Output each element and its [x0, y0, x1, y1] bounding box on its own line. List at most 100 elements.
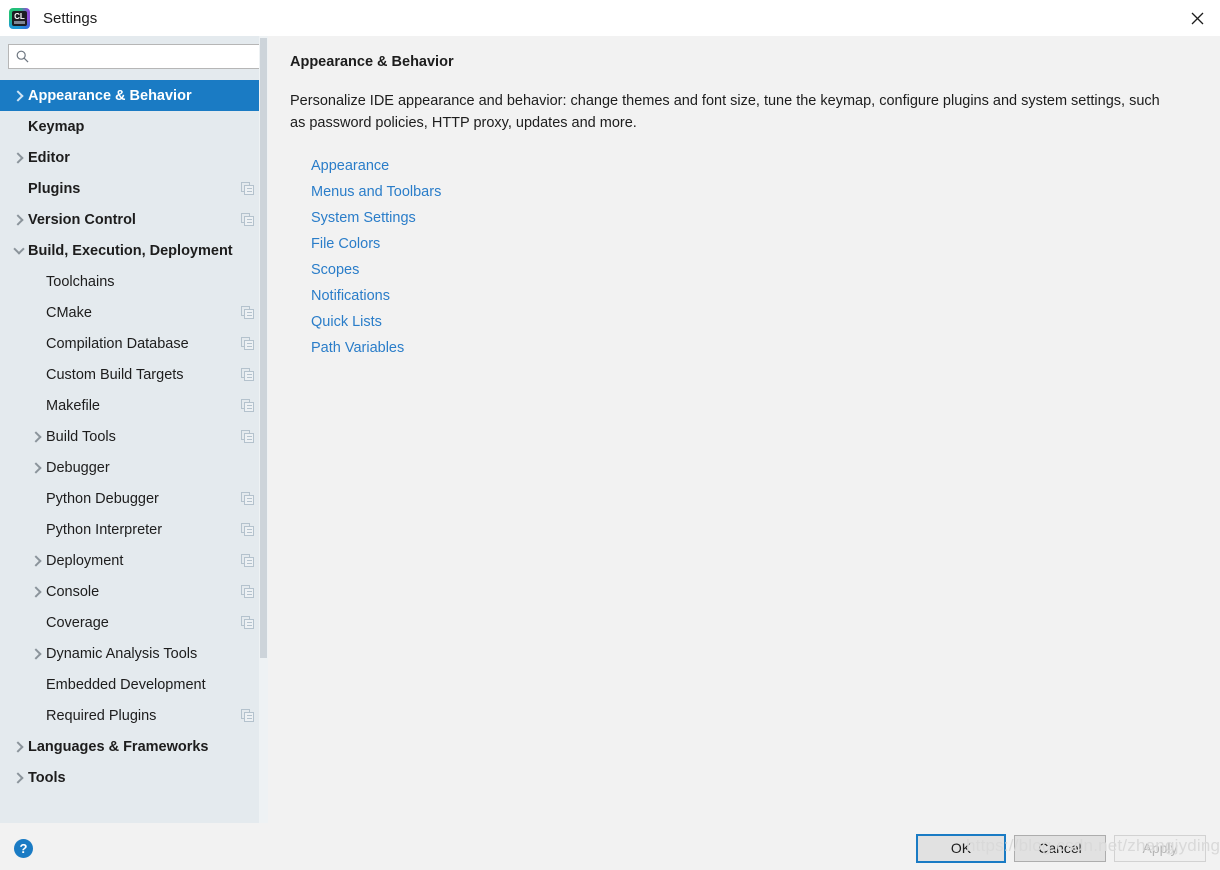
sidebar-item-label: Appearance & Behavior: [28, 87, 192, 104]
sidebar-item-version-control[interactable]: Version Control: [0, 204, 268, 235]
sidebar-item-embedded-development[interactable]: Embedded Development: [0, 669, 268, 700]
copy-settings-icon: [241, 337, 254, 350]
settings-link-menus-and-toolbars[interactable]: Menus and Toolbars: [311, 179, 441, 205]
sidebar-item-label: Deployment: [46, 552, 124, 569]
chevron-slot: [28, 647, 46, 660]
sidebar-item-label: Toolchains: [46, 273, 115, 290]
sidebar-item-python-debugger[interactable]: Python Debugger: [0, 483, 268, 514]
sidebar-item-custom-build-targets[interactable]: Custom Build Targets: [0, 359, 268, 390]
settings-link-file-colors[interactable]: File Colors: [311, 231, 380, 257]
sidebar-item-plugins[interactable]: Plugins: [0, 173, 268, 204]
chevron-right-icon[interactable]: [30, 585, 42, 598]
chevron-right-icon[interactable]: [30, 461, 42, 474]
sidebar-item-makefile[interactable]: Makefile: [0, 390, 268, 421]
sidebar-item-label: Build Tools: [46, 428, 116, 445]
chevron-slot: [28, 554, 46, 567]
chevron-right-icon[interactable]: [12, 740, 24, 753]
sidebar-item-label: Editor: [28, 149, 70, 166]
settings-link-path-variables[interactable]: Path Variables: [311, 335, 404, 361]
sidebar-item-label: Python Debugger: [46, 490, 159, 507]
chevron-slot: [28, 461, 46, 474]
sidebar-item-build-tools[interactable]: Build Tools: [0, 421, 268, 452]
close-icon: [1191, 12, 1203, 24]
close-button[interactable]: [1174, 0, 1220, 36]
sidebar-item-label: Debugger: [46, 459, 110, 476]
sidebar-item-deployment[interactable]: Deployment: [0, 545, 268, 576]
search-container: [0, 36, 268, 76]
copy-settings-icon: [241, 399, 254, 412]
sidebar-item-label: CMake: [46, 304, 92, 321]
chevron-slot: [10, 243, 28, 255]
sidebar-scrollbar-thumb[interactable]: [260, 38, 267, 658]
copy-settings-icon: [241, 523, 254, 536]
chevron-right-icon[interactable]: [12, 89, 24, 102]
sidebar-item-cmake[interactable]: CMake: [0, 297, 268, 328]
chevron-right-icon[interactable]: [12, 151, 24, 164]
copy-settings-icon: [241, 492, 254, 505]
sidebar-item-compilation-database[interactable]: Compilation Database: [0, 328, 268, 359]
sidebar-item-label: Plugins: [28, 180, 81, 197]
sidebar-item-python-interpreter[interactable]: Python Interpreter: [0, 514, 268, 545]
chevron-slot: [28, 430, 46, 443]
search-icon: [16, 50, 29, 63]
sidebar-item-dynamic-analysis-tools[interactable]: Dynamic Analysis Tools: [0, 638, 268, 669]
copy-settings-icon: [241, 585, 254, 598]
sidebar-item-label: Python Interpreter: [46, 521, 163, 538]
settings-content-panel: Appearance & Behavior Personalize IDE ap…: [268, 36, 1220, 823]
sidebar-item-appearance-behavior[interactable]: Appearance & Behavior: [0, 80, 268, 111]
chevron-right-icon[interactable]: [30, 647, 42, 660]
ok-button[interactable]: OK: [916, 834, 1006, 863]
chevron-slot: [10, 213, 28, 226]
copy-settings-icon: [241, 306, 254, 319]
chevron-slot: [10, 771, 28, 784]
apply-button: Apply: [1114, 835, 1206, 862]
chevron-right-icon[interactable]: [12, 213, 24, 226]
settings-link-quick-lists[interactable]: Quick Lists: [311, 309, 382, 335]
copy-settings-icon: [241, 616, 254, 629]
settings-link-scopes[interactable]: Scopes: [311, 257, 359, 283]
sidebar-item-tools[interactable]: Tools: [0, 762, 268, 793]
search-input[interactable]: [29, 46, 259, 67]
settings-link-list: Appearance Menus and Toolbars System Setti…: [311, 153, 1196, 361]
sidebar-scrollbar[interactable]: [259, 36, 268, 823]
sidebar-item-label: Version Control: [28, 211, 136, 228]
window-title: Settings: [43, 9, 98, 27]
sidebar-item-toolchains[interactable]: Toolchains: [0, 266, 268, 297]
page-description: Personalize IDE appearance and behavior:…: [290, 93, 1160, 131]
chevron-down-icon[interactable]: [13, 243, 25, 255]
settings-link-notifications[interactable]: Notifications: [311, 283, 390, 309]
chevron-right-icon[interactable]: [12, 771, 24, 784]
sidebar-item-label: Languages & Frameworks: [28, 738, 209, 755]
copy-settings-icon: [241, 213, 254, 226]
chevron-right-icon[interactable]: [30, 554, 42, 567]
help-button[interactable]: ?: [14, 839, 33, 858]
clion-logo-icon: CL: [9, 7, 30, 29]
settings-link-appearance[interactable]: Appearance: [311, 153, 389, 179]
sidebar-item-label: Keymap: [28, 118, 85, 135]
cancel-button[interactable]: Cancel: [1014, 835, 1106, 862]
sidebar-item-console[interactable]: Console: [0, 576, 268, 607]
chevron-slot: [10, 89, 28, 102]
chevron-slot: [10, 151, 28, 164]
settings-link-system-settings[interactable]: System Settings: [311, 205, 416, 231]
sidebar-item-label: Makefile: [46, 397, 100, 414]
sidebar-item-editor[interactable]: Editor: [0, 142, 268, 173]
sidebar-item-label: Required Plugins: [46, 707, 157, 724]
chevron-slot: [10, 740, 28, 753]
sidebar-item-label: Compilation Database: [46, 335, 189, 352]
sidebar-item-build-execution-deployment[interactable]: Build, Execution, Deployment: [0, 235, 268, 266]
sidebar-item-label: Dynamic Analysis Tools: [46, 645, 198, 662]
search-box[interactable]: [8, 44, 260, 69]
sidebar-item-label: Build, Execution, Deployment: [28, 242, 233, 259]
settings-tree: Appearance & Behavior Keymap Editor Plugins…: [0, 80, 268, 793]
sidebar-item-required-plugins[interactable]: Required Plugins: [0, 700, 268, 731]
sidebar-item-label: Coverage: [46, 614, 109, 631]
sidebar-item-keymap[interactable]: Keymap: [0, 111, 268, 142]
chevron-right-icon[interactable]: [30, 430, 42, 443]
settings-sidebar: Appearance & Behavior Keymap Editor Plugins…: [0, 36, 268, 823]
title-bar: CL Settings: [0, 0, 1220, 36]
sidebar-item-debugger[interactable]: Debugger: [0, 452, 268, 483]
sidebar-item-label: Console: [46, 583, 100, 600]
sidebar-item-languages-frameworks[interactable]: Languages & Frameworks: [0, 731, 268, 762]
sidebar-item-coverage[interactable]: Coverage: [0, 607, 268, 638]
